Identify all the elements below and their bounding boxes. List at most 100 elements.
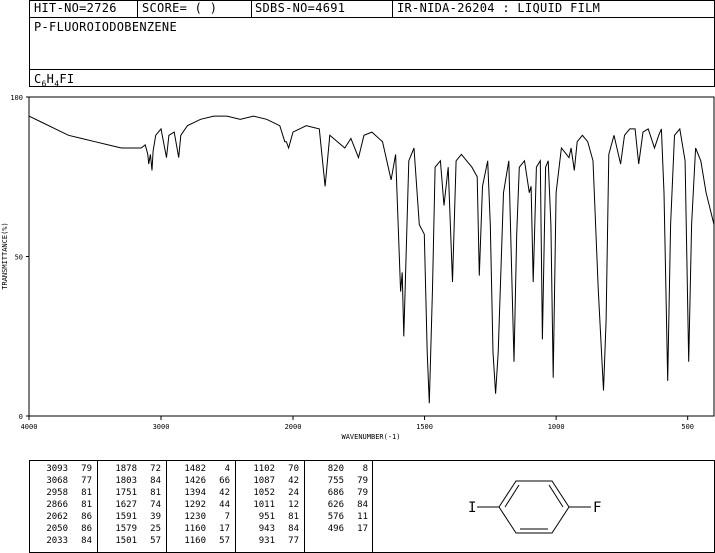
peak-row: 1087 42	[241, 475, 299, 487]
peak-transmittance: 81	[288, 512, 299, 522]
x-tick-label: 1000	[548, 423, 565, 431]
peak-wavenumber: 1878	[115, 464, 137, 474]
peak-row: 755 79	[310, 475, 368, 487]
peak-row: 3068 77	[34, 475, 92, 487]
peak-row: 1160 57	[172, 535, 230, 547]
peak-transmittance: 25	[150, 524, 161, 534]
peak-column: 1102 70 1087 42 1052 24 1011 12 951 81 943 84 931 77	[241, 463, 299, 547]
peak-transmittance: 84	[150, 476, 161, 486]
peak-wavenumber: 2062	[46, 512, 68, 522]
peak-row: 1426 66	[172, 475, 230, 487]
spectrum-line	[28, 115, 715, 404]
peak-transmittance: 81	[81, 488, 92, 498]
peak-wavenumber: 1482	[184, 464, 206, 474]
peak-transmittance: 42	[288, 476, 299, 486]
peak-wavenumber: 1501	[115, 536, 137, 546]
peak-wavenumber: 931	[258, 536, 275, 546]
peak-wavenumber: 2866	[46, 500, 68, 510]
peak-row: 1230 7	[172, 511, 230, 523]
peak-transmittance: 79	[357, 476, 368, 486]
ir-spectrum-chart: 4000 3000 2000 1500 1000 500100500 WAVENUMBER…	[1, 94, 715, 441]
peak-wavenumber: 1803	[115, 476, 137, 486]
iodine-atom-label: I	[468, 500, 476, 516]
peak-transmittance: 8	[362, 464, 368, 474]
peak-row: 3093 79	[34, 463, 92, 475]
peak-wavenumber: 820	[327, 464, 344, 474]
peak-wavenumber: 1579	[115, 524, 137, 534]
peak-row: 1878 72	[103, 463, 161, 475]
x-axis-label: WAVENUMBER(-1)	[341, 433, 400, 441]
peak-transmittance: 77	[288, 536, 299, 546]
benzene-ring-icon	[477, 480, 591, 534]
peak-row: 626 84	[310, 499, 368, 511]
peak-transmittance: 86	[81, 524, 92, 534]
peak-transmittance: 74	[150, 500, 161, 510]
peak-transmittance: 81	[150, 488, 161, 498]
header-bar	[29, 0, 715, 18]
peak-row: 1579 25	[103, 523, 161, 535]
peak-row: 1751 81	[103, 487, 161, 499]
y-tick-label: 0	[19, 413, 23, 421]
x-tick-label: 4000	[21, 423, 38, 431]
peak-wavenumber: 686	[327, 488, 344, 498]
peak-row: 1052 24	[241, 487, 299, 499]
peak-wavenumber: 1292	[184, 500, 206, 510]
peak-row: 1501 57	[103, 535, 161, 547]
y-axis-label: TRANSMITTANCE(%)	[1, 222, 9, 289]
peak-row: 1011 12	[241, 499, 299, 511]
peak-row: 931 77	[241, 535, 299, 547]
peak-wavenumber: 755	[327, 476, 344, 486]
peak-row: 2050 86	[34, 523, 92, 535]
peak-row: 1292 44	[172, 499, 230, 511]
peak-wavenumber: 1230	[184, 512, 206, 522]
peak-transmittance: 42	[219, 488, 230, 498]
peak-row: 820 8	[310, 463, 368, 475]
peak-column: 1878 72 1803 84 1751 81 1627 74 1591 39 1579 25 1501…	[103, 463, 161, 547]
peak-row: 1591 39	[103, 511, 161, 523]
peak-transmittance: 72	[150, 464, 161, 474]
peak-wavenumber: 626	[327, 500, 344, 510]
peak-wavenumber: 943	[258, 524, 275, 534]
peak-wavenumber: 1102	[253, 464, 275, 474]
peak-wavenumber: 3093	[46, 464, 68, 474]
peak-row: 1160 17	[172, 523, 230, 535]
peak-column: 3093 79 3068 77 2958 81 2866 81 2062 86 2050 86 2033…	[34, 463, 92, 547]
peak-row: 1394 42	[172, 487, 230, 499]
peak-transmittance: 24	[288, 488, 299, 498]
peak-transmittance: 17	[219, 524, 230, 534]
peak-wavenumber: 2050	[46, 524, 68, 534]
peak-wavenumber: 1394	[184, 488, 206, 498]
peak-wavenumber: 1011	[253, 500, 275, 510]
peak-row: 496 17	[310, 523, 368, 535]
peak-wavenumber: 1426	[184, 476, 206, 486]
peak-wavenumber: 1160	[184, 536, 206, 546]
sdbs-number: SDBS-NO=4691	[255, 1, 346, 15]
peak-transmittance: 84	[357, 500, 368, 510]
peak-row: 2033 84	[34, 535, 92, 547]
peak-row: 2062 86	[34, 511, 92, 523]
peak-transmittance: 12	[288, 500, 299, 510]
peak-transmittance: 57	[219, 536, 230, 546]
fluorine-atom-label: F	[593, 500, 601, 516]
y-tick-label: 100	[10, 94, 23, 102]
x-tick-label: 500	[681, 423, 694, 431]
x-tick-label: 2000	[285, 423, 302, 431]
peak-transmittance: 70	[288, 464, 299, 474]
peak-transmittance: 57	[150, 536, 161, 546]
peak-row: 576 11	[310, 511, 368, 523]
peak-column: 820 8 755 79 686 79 626 84 576 11 496 17	[310, 463, 368, 535]
peak-transmittance: 11	[357, 512, 368, 522]
peak-wavenumber: 1160	[184, 524, 206, 534]
peak-transmittance: 84	[81, 536, 92, 546]
peak-wavenumber: 3068	[46, 476, 68, 486]
peak-transmittance: 81	[81, 500, 92, 510]
peak-row: 2958 81	[34, 487, 92, 499]
peak-wavenumber: 1591	[115, 512, 137, 522]
peak-row: 2866 81	[34, 499, 92, 511]
peak-wavenumber: 1751	[115, 488, 137, 498]
peak-transmittance: 79	[81, 464, 92, 474]
peak-transmittance: 66	[219, 476, 230, 486]
peak-transmittance: 7	[224, 512, 230, 522]
peak-row: 686 79	[310, 487, 368, 499]
peak-transmittance: 86	[81, 512, 92, 522]
